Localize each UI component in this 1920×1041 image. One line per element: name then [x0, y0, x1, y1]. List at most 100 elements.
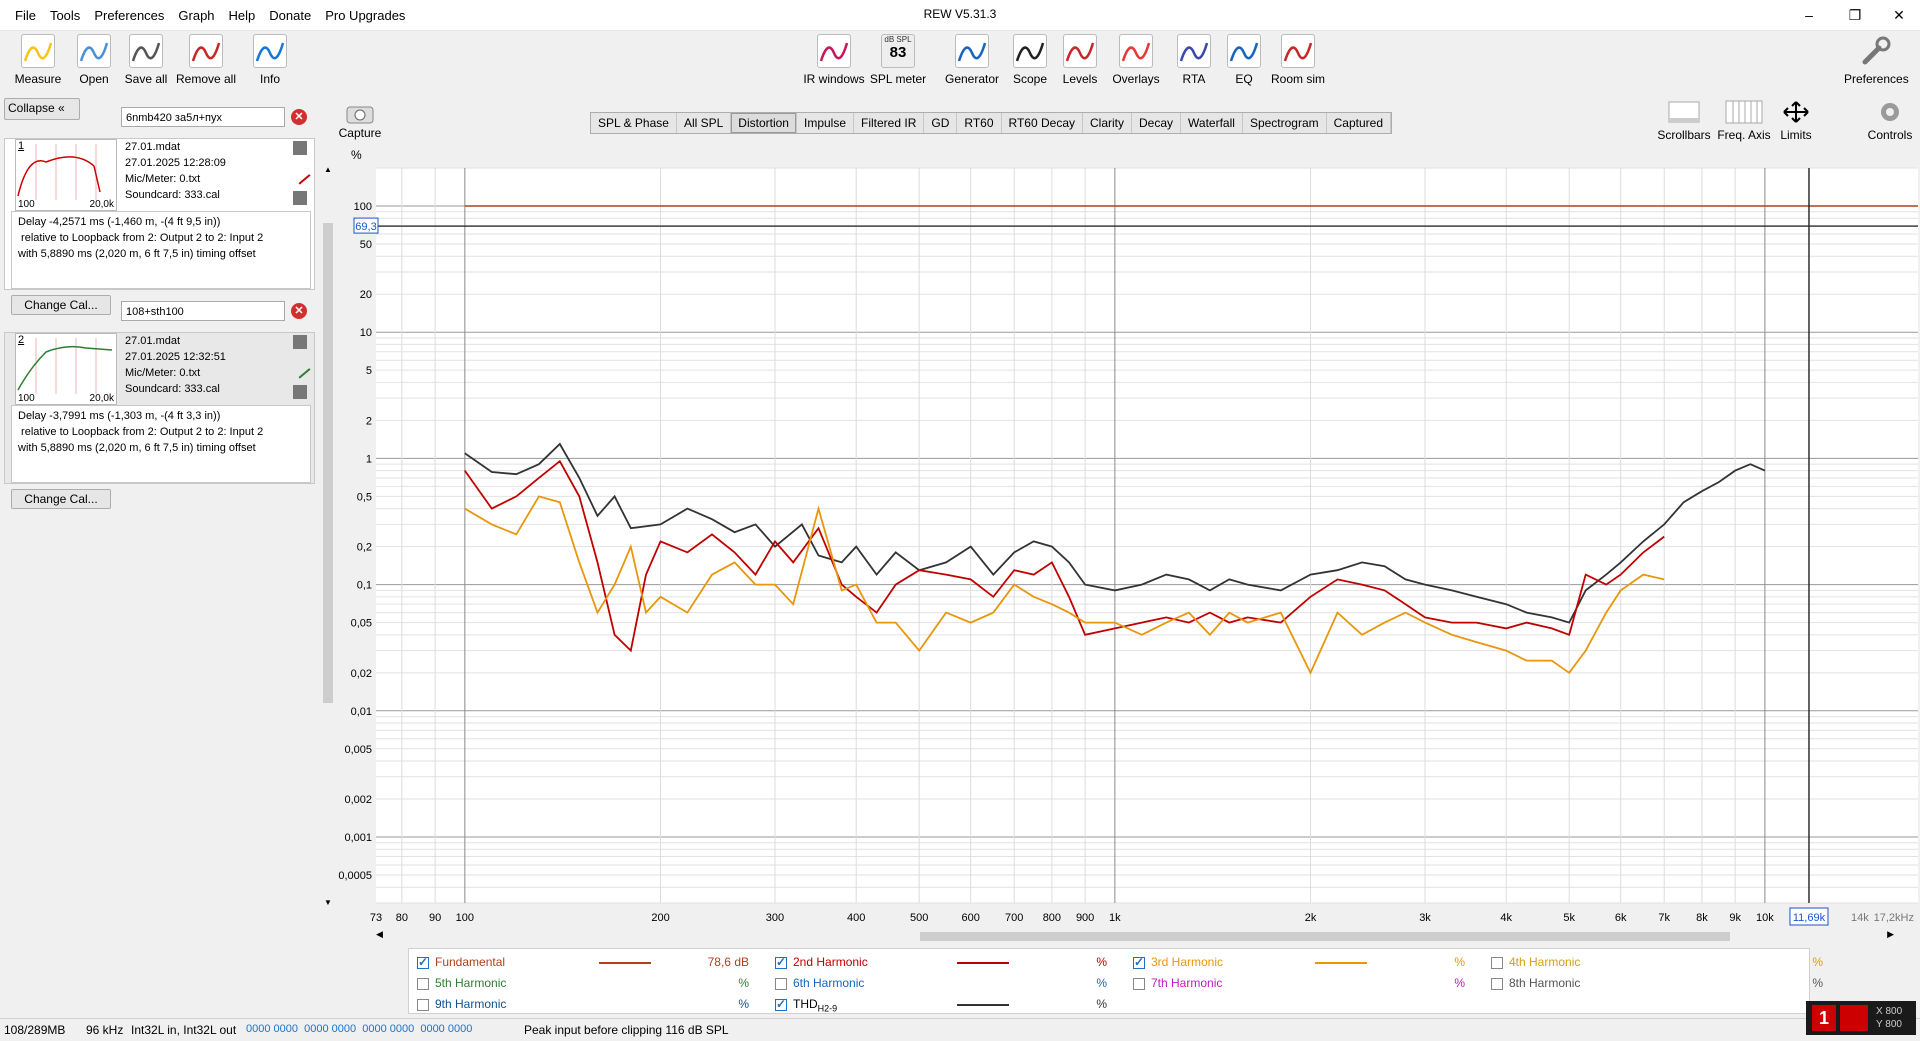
legend-label-text: 7th Harmonic: [1151, 976, 1223, 990]
legend-checkbox[interactable]: [417, 999, 429, 1011]
trace-legend: Fundamental78,6 dB2nd Harmonic%3rd Harmo…: [408, 948, 1823, 1014]
y-tick-label: 50: [360, 239, 372, 251]
chart-icon[interactable]: [293, 335, 307, 349]
capture-button[interactable]: Capture: [336, 102, 384, 140]
legend-checkbox[interactable]: [775, 978, 787, 990]
legend-line-swatch: [599, 962, 651, 964]
measurement-name-field[interactable]: 108+sth100: [121, 301, 285, 321]
remove-all-button[interactable]: Remove all: [174, 34, 238, 86]
info-button[interactable]: Info: [238, 34, 302, 86]
measurement-name-field[interactable]: 6nmb420 за5л+пух: [121, 107, 285, 127]
measurement-thumbnail[interactable]: 1 100 20,0k: [15, 139, 117, 211]
menu-help[interactable]: Help: [222, 6, 263, 25]
notes-icon[interactable]: [293, 385, 307, 399]
tab-all-spl[interactable]: All SPL: [677, 113, 732, 133]
measurement-card[interactable]: 2 100 20,0k 108+sth100 ✕ 27.01.mdat 27.01.2025…: [4, 301, 315, 509]
scroll-thumb[interactable]: [323, 223, 333, 703]
menu-donate[interactable]: Donate: [262, 6, 318, 25]
legend-label: 8th Harmonic: [1509, 976, 1580, 990]
tab-spl-phase[interactable]: SPL & Phase: [591, 113, 677, 133]
h-scroll-thumb[interactable]: [920, 932, 1730, 941]
tab-filtered-ir[interactable]: Filtered IR: [854, 113, 925, 133]
legend-label-text: Fundamental: [435, 955, 506, 969]
plot-area: [376, 168, 1918, 903]
camera-icon: [345, 102, 375, 124]
tab-waterfall[interactable]: Waterfall: [1181, 113, 1243, 133]
close-button[interactable]: ✕: [1876, 0, 1920, 30]
tab-spectrogram[interactable]: Spectrogram: [1243, 113, 1327, 133]
generator-button[interactable]: Generator: [940, 34, 1004, 86]
measurement-card[interactable]: 1 100 20,0k 6nmb420 за5л+пух ✕ 27.01.mdat 27.0…: [4, 107, 315, 315]
measurement-date: 27.01.2025 12:28:09: [125, 157, 226, 169]
collapse-button[interactable]: Collapse «: [4, 98, 80, 120]
menu-tools[interactable]: Tools: [43, 6, 87, 25]
legend-value: %: [1454, 976, 1465, 990]
menu-file[interactable]: File: [8, 6, 43, 25]
scroll-down-icon[interactable]: ▼: [324, 898, 332, 907]
tab-clarity[interactable]: Clarity: [1083, 113, 1133, 133]
y-tick-label: 0,5: [357, 491, 372, 503]
scroll-right-icon[interactable]: ▶: [1887, 929, 1894, 940]
graph-tabs: SPL & Phase All SPL Distortion Impulse Filte…: [590, 112, 1393, 134]
panel-scrollbar[interactable]: ▲ ▼: [322, 165, 334, 907]
menu-pro-upgrades[interactable]: Pro Upgrades: [318, 6, 412, 25]
x-readout: X 800: [1876, 1006, 1903, 1017]
x-tick-label: 3k: [1419, 912, 1431, 924]
graph-h-scrollbar[interactable]: ◀ ▶: [376, 929, 1894, 943]
overlays-button[interactable]: Overlays: [1104, 34, 1168, 86]
measurement-thumbnail[interactable]: 2 100 20,0k: [15, 333, 117, 405]
x-tick-label: 100: [456, 912, 474, 924]
ir-windows-button[interactable]: IR windows: [802, 34, 866, 86]
y-tick-label: 0,005: [344, 744, 372, 756]
scroll-left-icon[interactable]: ◀: [376, 929, 383, 940]
legend-checkbox[interactable]: [775, 955, 787, 969]
legend-checkbox[interactable]: [1491, 957, 1503, 969]
measure-button[interactable]: Measure: [6, 34, 70, 86]
controls-button[interactable]: Controls: [1862, 100, 1918, 142]
legend-label-text: 5th Harmonic: [435, 976, 507, 990]
legend-checkbox[interactable]: [775, 997, 787, 1011]
legend-checkbox[interactable]: [1133, 978, 1145, 990]
notes-icon[interactable]: [293, 191, 307, 205]
channel-one-icon: 1: [1812, 1005, 1836, 1031]
y-tick-label: 0,001: [344, 832, 372, 844]
remove-measurement-icon[interactable]: ✕: [291, 109, 307, 125]
toolbar-label: Info: [259, 72, 280, 86]
tab-rt60[interactable]: RT60: [957, 113, 1002, 133]
freq-axis-button[interactable]: Freq. Axis: [1716, 100, 1772, 142]
minimize-button[interactable]: –: [1786, 0, 1832, 30]
legend-label: 5th Harmonic: [435, 976, 506, 990]
remove-measurement-icon[interactable]: ✕: [291, 303, 307, 319]
levels-button[interactable]: Levels: [1048, 34, 1112, 86]
io-format: Int32L in, Int32L out: [131, 1023, 237, 1037]
change-cal-button[interactable]: Change Cal...: [11, 489, 111, 509]
legend-checkbox[interactable]: [417, 955, 429, 969]
tab-distortion[interactable]: Distortion: [731, 113, 797, 133]
distortion-chart[interactable]: 100 50 20 10 5 2 1 0,5 0,2 0,1 0,05 0,02 0,01 0,005 0,…: [336, 160, 1920, 938]
tab-impulse[interactable]: Impulse: [797, 113, 855, 133]
tab-decay[interactable]: Decay: [1132, 113, 1182, 133]
legend-checkbox[interactable]: [1491, 978, 1503, 990]
legend-checkbox[interactable]: [417, 978, 429, 990]
y-tick-label: 0,2: [357, 542, 372, 554]
chart-icon[interactable]: [293, 141, 307, 155]
preferences-button[interactable]: Preferences: [1844, 34, 1909, 86]
legend-checkbox[interactable]: [1133, 955, 1145, 969]
restore-button[interactable]: ❐: [1832, 0, 1878, 30]
x-tick-label: 73: [370, 912, 382, 924]
menu-graph[interactable]: Graph: [171, 6, 221, 25]
scrollbars-button[interactable]: Scrollbars: [1656, 100, 1712, 142]
pen-icon[interactable]: [289, 163, 311, 185]
tab-rt60-decay[interactable]: RT60 Decay: [1002, 113, 1083, 133]
change-cal-button[interactable]: Change Cal...: [11, 295, 111, 315]
save-all-button[interactable]: Save all: [114, 34, 178, 86]
tab-captured[interactable]: Captured: [1327, 113, 1392, 133]
room-sim-button[interactable]: Room sim: [1266, 34, 1330, 86]
tab-gd[interactable]: GD: [924, 113, 958, 133]
scroll-up-icon[interactable]: ▲: [324, 165, 332, 174]
menu-preferences[interactable]: Preferences: [87, 6, 171, 25]
pen-icon[interactable]: [289, 357, 311, 379]
limits-button[interactable]: Limits: [1774, 100, 1818, 142]
spl-meter-button[interactable]: dB SPL 83 SPL meter: [866, 34, 930, 86]
y-tick-label: 0,01: [351, 706, 372, 718]
